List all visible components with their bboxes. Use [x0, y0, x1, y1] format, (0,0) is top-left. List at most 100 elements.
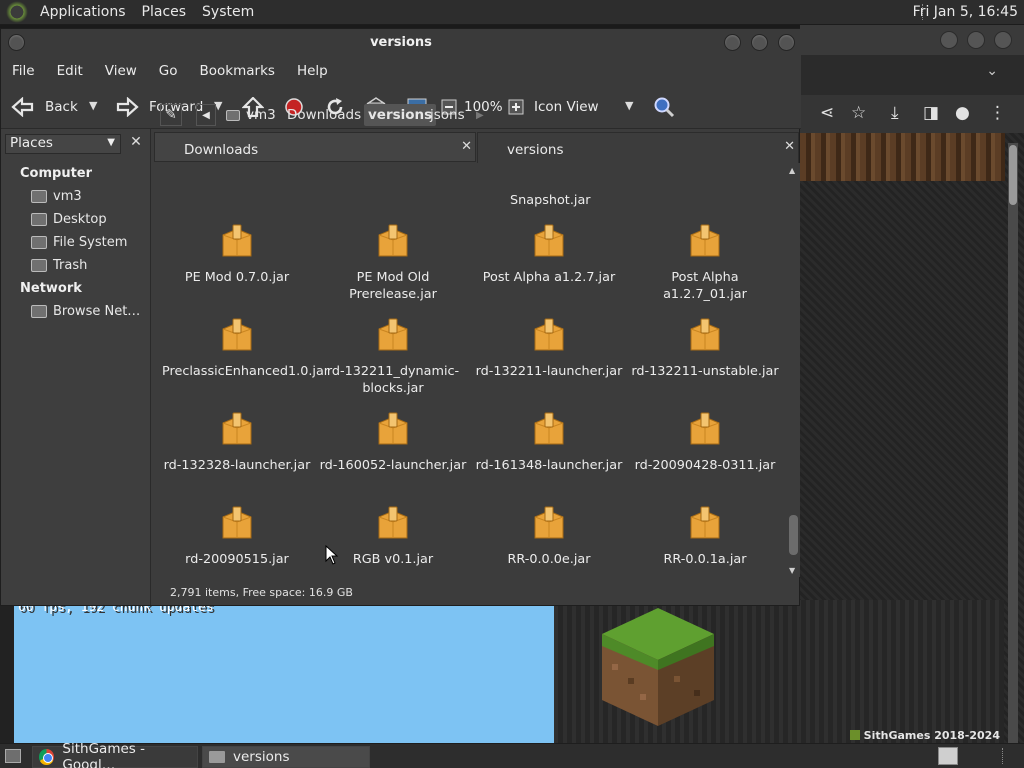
file-item[interactable]: RR-0.0.0e.jar	[474, 505, 624, 568]
menu-go[interactable]: Go	[148, 63, 189, 79]
file-item[interactable]: PE Mod 0.7.0.jar	[162, 223, 312, 286]
show-desktop-icon[interactable]	[5, 749, 21, 763]
jar-archive-icon	[378, 318, 408, 351]
sidebar-type-select[interactable]: Places ▼	[5, 134, 121, 154]
file-item[interactable]: rd-132211-unstable.jar	[630, 317, 780, 380]
file-item[interactable]: rd-160052-launcher.jar	[318, 411, 468, 474]
sidebar-item-file-system[interactable]: File System	[31, 235, 127, 250]
breadcrumb-jsons[interactable]: jsons	[426, 104, 469, 126]
jar-archive-icon	[690, 318, 720, 351]
bookmark-star-icon[interactable]: ☆	[851, 103, 866, 123]
file-item[interactable]: rd-132211-launcher.jar	[474, 317, 624, 380]
sidebar-item-label: Browse Net…	[53, 304, 141, 319]
menu-bookmarks[interactable]: Bookmarks	[189, 63, 286, 79]
jar-archive-icon	[690, 224, 720, 257]
jar-archive-icon	[534, 506, 564, 539]
browser-maximize-button[interactable]	[967, 31, 985, 49]
file-item[interactable]: Post Alpha a1.2.7.jar	[474, 223, 624, 286]
menubar: File Edit View Go Bookmarks Help	[1, 57, 801, 85]
sidebar-item-desktop[interactable]: Desktop	[31, 212, 107, 227]
file-view-scrollbar[interactable]: ▲ ▼	[786, 163, 800, 577]
location-bar: ✎ ◀ vm3 Downloads versions jsons ▶	[154, 102, 800, 128]
top-panel: Applications Places System Fri Jan 5, 16…	[0, 0, 1024, 25]
file-item[interactable]: rd-132328-launcher.jar	[162, 411, 312, 474]
breadcrumb-scroll-left-button[interactable]: ◀	[196, 104, 216, 126]
minimize-button[interactable]	[724, 34, 741, 51]
scroll-up-icon[interactable]: ▲	[789, 166, 795, 175]
file-label: rd-132328-launcher.jar	[163, 458, 311, 473]
file-item[interactable]: RR-0.0.1a.jar	[630, 505, 780, 568]
file-label: rd-20090515.jar	[185, 552, 289, 567]
panel-menu-applications[interactable]: Applications	[32, 4, 134, 20]
browser-scrollbar[interactable]	[1008, 143, 1018, 743]
file-label: RR-0.0.1a.jar	[663, 552, 747, 567]
share-icon[interactable]: ⋖	[820, 103, 834, 123]
scroll-down-icon[interactable]: ▼	[789, 566, 795, 575]
file-item[interactable]: PE Mod Old Prerelease.jar	[318, 223, 468, 303]
mouse-cursor-icon	[325, 545, 339, 565]
panel-menu-system[interactable]: System	[194, 4, 262, 20]
breadcrumb-vm3[interactable]: vm3	[222, 104, 280, 126]
file-item[interactable]: Post Alpha a1.2.7_01.jar	[630, 223, 780, 303]
network-icon	[31, 305, 47, 318]
profile-icon[interactable]: ●	[955, 103, 970, 123]
scrollbar-thumb[interactable]	[789, 515, 798, 555]
toggle-location-entry-button[interactable]: ✎	[160, 104, 182, 126]
panel-menu-places[interactable]: Places	[134, 4, 195, 20]
tab-label: versions	[507, 142, 564, 158]
download-icon[interactable]: ⤓	[891, 103, 899, 123]
menu-file[interactable]: File	[1, 63, 46, 79]
panel-clock[interactable]: Fri Jan 5, 16:45	[913, 4, 1018, 20]
workspace-switcher[interactable]	[938, 747, 958, 765]
window-titlebar[interactable]: versions	[1, 29, 801, 57]
jar-archive-icon	[534, 412, 564, 445]
tab-close-icon[interactable]: ✕	[461, 139, 472, 154]
bottom-panel: SithGames - Googl… versions	[0, 741, 1024, 768]
arrow-right-icon: ▶	[476, 109, 484, 121]
file-item[interactable]: rd-161348-launcher.jar	[474, 411, 624, 474]
jar-archive-icon	[222, 412, 252, 445]
file-item[interactable]: rd-20090428-0311.jar	[630, 411, 780, 474]
file-view[interactable]: Snapshot.jar PE Mod 0.7.0.jar PE Mod Old …	[154, 163, 786, 577]
file-item[interactable]: rd-132211_dynamic-blocks.jar	[318, 317, 468, 397]
tab-close-icon[interactable]: ✕	[784, 139, 795, 154]
file-item[interactable]: PreclassicEnhanced1.0.jar	[162, 317, 329, 380]
tab-downloads[interactable]: Downloads ✕	[154, 132, 476, 162]
file-label: rd-132211-launcher.jar	[475, 364, 623, 379]
file-item[interactable]: RGB v0.1.jar	[318, 505, 468, 568]
browser-scrollbar-thumb[interactable]	[1009, 145, 1017, 205]
menu-edit[interactable]: Edit	[46, 63, 94, 79]
file-label: RGB v0.1.jar	[352, 552, 434, 567]
sidebar-item-trash[interactable]: Trash	[31, 258, 87, 273]
jar-archive-icon	[534, 224, 564, 257]
browser-minimize-button[interactable]	[940, 31, 958, 49]
back-arrow-icon	[11, 97, 34, 117]
sidebar-item-browse-network[interactable]: Browse Net…	[31, 304, 140, 319]
taskbar-item-file-manager[interactable]: versions	[202, 746, 370, 768]
menu-help[interactable]: Help	[286, 63, 339, 79]
tab-versions[interactable]: versions ✕	[477, 132, 799, 164]
sidebar-item-vm3[interactable]: vm3	[31, 189, 82, 204]
side-panel-icon[interactable]: ◨	[923, 103, 939, 123]
back-history-dropdown-icon[interactable]: ▼	[89, 99, 97, 112]
grass-block-icon	[602, 608, 714, 726]
tab-search-chevron-icon[interactable]: ⌄	[986, 63, 998, 79]
forward-arrow-icon	[116, 97, 139, 117]
breadcrumb-downloads[interactable]: Downloads	[283, 104, 365, 126]
sidebar-close-icon[interactable]: ✕	[126, 134, 146, 154]
trash-icon	[31, 259, 47, 272]
back-button[interactable]: Back	[11, 97, 78, 117]
grass-block-small-icon	[849, 730, 860, 740]
more-menu-icon[interactable]: ⋮	[989, 103, 1006, 123]
jar-archive-icon	[378, 224, 408, 257]
file-label-partial: Snapshot.jar	[510, 193, 591, 208]
file-item[interactable]: rd-20090515.jar	[162, 505, 312, 568]
menu-view[interactable]: View	[94, 63, 148, 79]
browser-titlebar[interactable]	[800, 25, 1024, 55]
breadcrumb-scroll-right-button[interactable]: ▶	[472, 104, 488, 126]
close-button[interactable]	[778, 34, 795, 51]
maximize-button[interactable]	[751, 34, 768, 51]
browser-close-button[interactable]	[994, 31, 1012, 49]
mate-logo-icon[interactable]	[6, 1, 28, 23]
taskbar-item-browser[interactable]: SithGames - Googl…	[32, 741, 198, 768]
